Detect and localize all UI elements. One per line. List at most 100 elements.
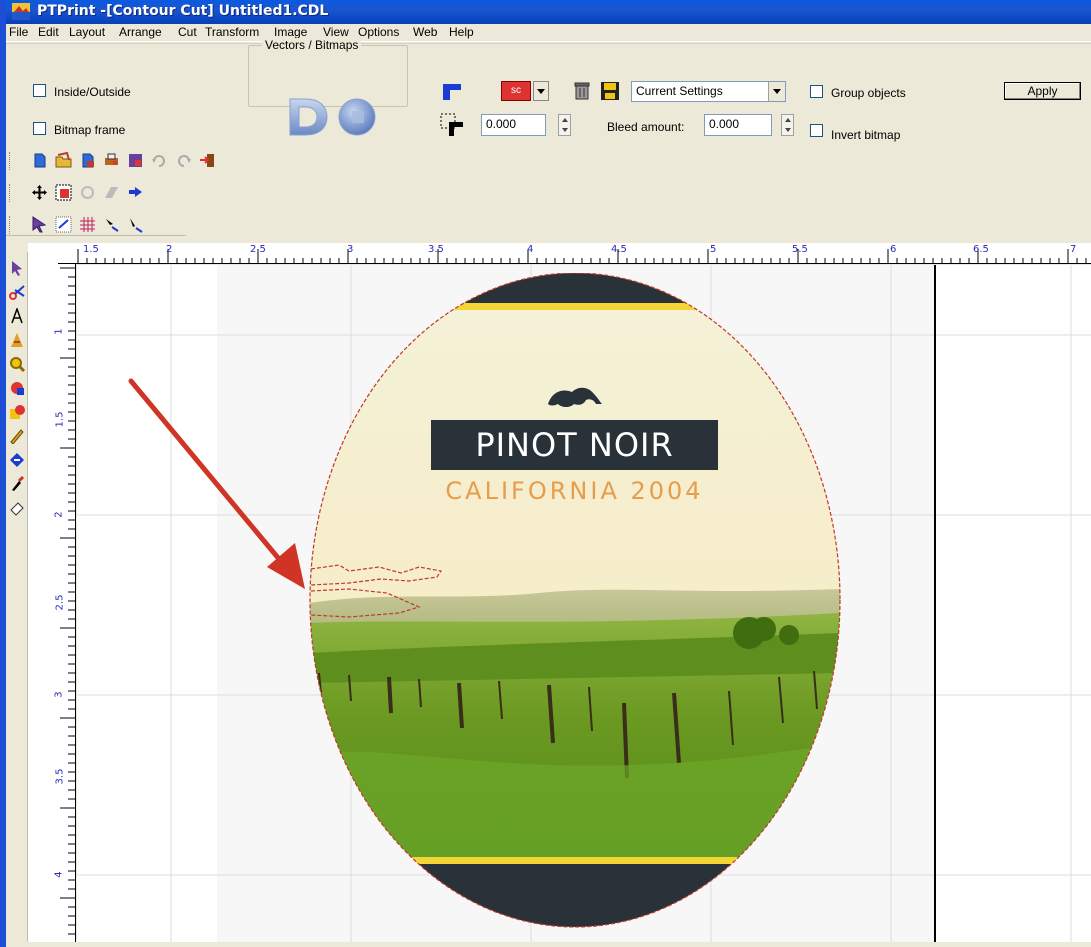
invert-bitmap-label: Invert bitmap <box>831 128 901 142</box>
horizontal-ruler[interactable]: 1.5 2 2.5 3 3.5 4 4.5 5 5.5 6 6.5 7 <box>58 243 1091 264</box>
eraser-tool-icon[interactable] <box>9 500 25 516</box>
menu-help[interactable]: Help <box>449 25 474 40</box>
wine-label-artwork[interactable] <box>309 273 841 943</box>
cut-toolbar <box>6 214 186 236</box>
h-ruler-label: 7 <box>1070 244 1077 255</box>
bitmap-frame-label: Bitmap frame <box>54 123 126 137</box>
fill-tool-icon[interactable] <box>9 404 25 420</box>
cutter-tool-icon[interactable] <box>9 452 25 468</box>
node-edit-icon[interactable] <box>103 216 120 233</box>
h-ruler-label: 6 <box>890 244 897 255</box>
scissors-tool-icon[interactable] <box>9 284 25 300</box>
text-tool-icon[interactable] <box>9 308 25 324</box>
rotate-icon[interactable] <box>79 184 96 201</box>
skew-icon[interactable] <box>103 184 120 201</box>
group-objects-label: Group objects <box>831 86 906 100</box>
winery-logo-icon <box>548 387 602 407</box>
inside-outside-checkbox[interactable] <box>33 84 46 97</box>
h-ruler-label: 4 <box>527 244 534 255</box>
v-ruler-label: 1 <box>53 328 65 335</box>
app-logo-icon <box>12 3 30 20</box>
toolbox <box>6 252 28 947</box>
inside-outside-label: Inside/Outside <box>54 85 131 99</box>
sc-color-swatch[interactable]: sc <box>501 81 531 101</box>
menu-transform[interactable]: Transform <box>205 25 259 40</box>
vertical-ruler-ticks <box>60 267 76 944</box>
menu-cut[interactable]: Cut <box>178 25 197 40</box>
offset-icon[interactable] <box>439 112 465 138</box>
cut-job-icon[interactable] <box>127 152 144 169</box>
app-window: PTPrint -[Contour Cut] Untitled1.CDL Fil… <box>0 0 1091 947</box>
h-ruler-label: 5.5 <box>792 244 808 255</box>
menu-arrange[interactable]: Arrange <box>119 25 162 40</box>
h-ruler-label: 3.5 <box>428 244 444 255</box>
brush-tool-icon[interactable] <box>9 476 25 492</box>
transform-toolbar <box>6 182 186 204</box>
preset-dropdown-arrow[interactable] <box>768 82 785 101</box>
v-ruler-label: 4 <box>53 871 65 878</box>
mirror-icon[interactable] <box>127 184 144 201</box>
select-tool-icon[interactable] <box>9 260 25 276</box>
v-ruler-label: 2 <box>53 511 65 518</box>
bleed-amount-spinner[interactable] <box>781 114 794 136</box>
save-icon[interactable] <box>600 81 620 101</box>
knife-icon[interactable] <box>127 216 144 233</box>
zoom-tool-icon[interactable] <box>9 356 25 372</box>
undo-icon[interactable] <box>151 152 168 169</box>
move-icon[interactable] <box>31 184 48 201</box>
menu-web[interactable]: Web <box>413 25 437 40</box>
vertical-ruler[interactable]: 1 1.5 2 2.5 3 3.5 4 <box>28 264 76 947</box>
bleed-amount-label: Bleed amount: <box>607 120 685 134</box>
invert-bitmap-checkbox[interactable] <box>810 124 823 137</box>
redo-icon[interactable] <box>175 152 192 169</box>
menu-edit[interactable]: Edit <box>38 25 59 40</box>
exit-icon[interactable] <box>199 152 216 169</box>
design-canvas[interactable]: PINOT NOIR CALIFORNIA 2004 <box>77 265 1091 947</box>
v-ruler-label: 3.5 <box>54 768 66 785</box>
offset-spinner[interactable] <box>558 114 571 136</box>
menu-file[interactable]: File <box>9 25 28 40</box>
sc-dropdown-arrow[interactable] <box>533 81 549 101</box>
h-ruler-label: 5 <box>710 244 717 255</box>
group-objects-checkbox[interactable] <box>810 85 823 98</box>
toolbar-grip[interactable] <box>9 216 12 234</box>
pencil-tool-icon[interactable] <box>9 428 25 444</box>
bitmap-frame-checkbox[interactable] <box>33 122 46 135</box>
h-ruler-label: 1.5 <box>83 244 99 255</box>
import-icon[interactable] <box>79 152 96 169</box>
menu-layout[interactable]: Layout <box>69 25 105 40</box>
scale-icon[interactable] <box>55 184 72 201</box>
bleed-amount-input[interactable]: 0.000 <box>704 114 772 136</box>
print-icon[interactable] <box>103 152 120 169</box>
blue-corner-icon[interactable] <box>441 82 463 102</box>
menu-bar: File Edit Layout Arrange Cut Transform I… <box>6 24 1091 42</box>
text-effects-icon[interactable] <box>9 332 25 348</box>
window-title: PTPrint -[Contour Cut] Untitled1.CDL <box>37 3 329 19</box>
h-ruler-label: 4.5 <box>611 244 627 255</box>
v-ruler-label: 1.5 <box>54 411 66 428</box>
pointer-select-icon[interactable] <box>31 216 48 233</box>
h-ruler-label: 2.5 <box>250 244 266 255</box>
annotation-arrow-icon <box>128 378 305 589</box>
settings-preset-select[interactable]: Current Settings <box>631 81 786 102</box>
toolbar-grip[interactable] <box>9 184 12 202</box>
apply-button[interactable]: Apply <box>1004 82 1081 100</box>
menu-options[interactable]: Options <box>358 25 399 40</box>
wine-label-subtitle: CALIFORNIA 2004 <box>445 477 704 505</box>
open-folder-icon[interactable] <box>55 152 72 169</box>
file-toolbar <box>6 150 278 172</box>
trash-icon[interactable] <box>572 81 592 101</box>
horizontal-ruler-ticks <box>77 249 1087 264</box>
new-document-icon[interactable] <box>31 152 48 169</box>
shape-tool-icon[interactable] <box>9 380 25 396</box>
title-bar[interactable]: PTPrint -[Contour Cut] Untitled1.CDL <box>6 0 1091 24</box>
offset-input[interactable]: 0.000 <box>481 114 546 136</box>
bitmap-mode-icon[interactable] <box>336 96 380 138</box>
vectors-bitmaps-title: Vectors / Bitmaps <box>262 38 362 52</box>
grid-icon[interactable] <box>79 216 96 233</box>
weed-icon[interactable] <box>55 216 72 233</box>
vector-mode-icon[interactable] <box>286 96 330 138</box>
toolbar-grip[interactable] <box>9 152 12 170</box>
h-ruler-label: 6.5 <box>973 244 989 255</box>
v-ruler-label: 2.5 <box>54 594 66 611</box>
